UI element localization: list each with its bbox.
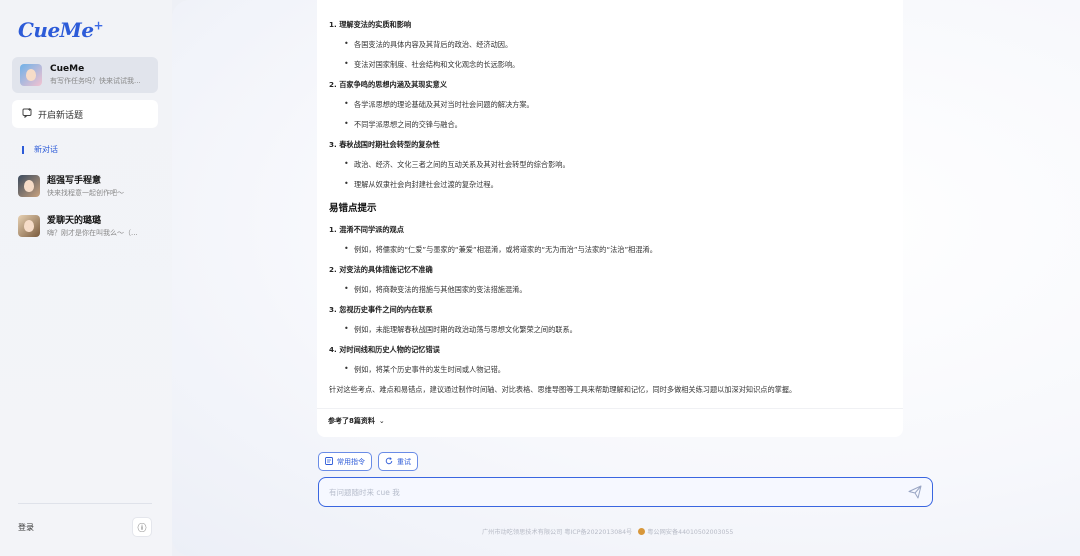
footer-police: 粤公网安备44010502003055 bbox=[647, 529, 734, 536]
assistant-card-cueme[interactable]: CueMe 有写作任务吗？快来试试我... bbox=[12, 57, 158, 93]
footer-company: 广州市动吃领思技术有限公司 粤ICP备2022013084号 bbox=[482, 529, 633, 536]
new-topic-button[interactable]: 开启新话题 bbox=[12, 100, 158, 128]
answer-bullet: 理解从奴隶社会向封建社会过渡的复杂过程。 bbox=[329, 179, 895, 191]
sidebar: CueMe+ CueMe 有写作任务吗？快来试试我... 开启新话题 新对话 超… bbox=[0, 0, 172, 556]
divider bbox=[317, 408, 903, 409]
footer: 广州市动吃领思技术有限公司 粤ICP备2022013084号 粤公网安备4401… bbox=[482, 527, 733, 536]
info-icon[interactable]: ⓘ bbox=[132, 517, 152, 537]
refresh-icon bbox=[385, 456, 393, 467]
answer-heading: 1. 理解变法的实质和影响 bbox=[329, 20, 412, 29]
commands-icon bbox=[325, 456, 333, 467]
references-toggle[interactable]: 参考了8篇资料 ⌄ bbox=[328, 416, 385, 426]
answer-bullet: 例如，将某个历史事件的发生时间或人物记错。 bbox=[329, 364, 895, 376]
send-icon[interactable] bbox=[908, 485, 922, 499]
answer-bullet: 例如，将商鞅变法的措施与其他国家的变法措施混淆。 bbox=[329, 284, 895, 296]
answer-card: 1. 理解变法的实质和影响各国变法的具体内容及其背后的政治、经济动因。变法对国家… bbox=[317, 0, 903, 437]
conversation-item[interactable]: 超强写手程意 快来找程意一起创作吧～ bbox=[18, 173, 158, 198]
answer-heading: 3. 忽视历史事件之间的内在联系 bbox=[329, 305, 433, 314]
answer-heading: 4. 对时间线和历史人物的记忆错误 bbox=[329, 345, 440, 354]
answer-heading: 2. 对变法的具体措施记忆不准确 bbox=[329, 265, 433, 274]
new-topic-label: 开启新话题 bbox=[38, 110, 84, 121]
answer-bullet: 政治、经济、文化三者之间的互动关系及其对社会转型的综合影响。 bbox=[329, 159, 895, 171]
answer-bullet: 各学派思想的理论基础及其对当时社会问题的解决方案。 bbox=[329, 99, 895, 111]
conversation-title: 爱聊天的璐璐 bbox=[47, 216, 102, 226]
references-label: 参考了8篇资料 bbox=[328, 417, 375, 425]
new-topic-icon bbox=[22, 107, 32, 121]
answer-heading: 1. 混淆不同学派的观点 bbox=[329, 225, 404, 234]
sidebar-item-new-chat[interactable]: 新对话 bbox=[22, 144, 58, 155]
conversation-item[interactable]: 爱聊天的璐璐 嗨？刚才是你在叫我么～（... bbox=[18, 213, 158, 238]
answer-bullet: 例如，将儒家的“仁爱”与墨家的“兼爱”相混淆，或将道家的“无为而治”与法家的“法… bbox=[329, 244, 895, 256]
conversation-subtitle: 嗨？刚才是你在叫我么～（... bbox=[47, 229, 138, 237]
logo-plus: + bbox=[93, 18, 104, 33]
conversation-subtitle: 快来找程意一起创作吧～ bbox=[47, 189, 124, 197]
answer-summary: 针对这些考点、难点和易错点，建议通过制作时间轴、对比表格、思维导图等工具来帮助理… bbox=[329, 385, 797, 394]
avatar bbox=[20, 64, 42, 86]
common-commands-button[interactable]: 常用指令 bbox=[318, 452, 372, 471]
chevron-down-icon: ⌄ bbox=[378, 417, 385, 425]
answer-heading: 2. 百家争鸣的思想内涵及其现实意义 bbox=[329, 80, 448, 89]
main-panel: 1. 理解变法的实质和影响各国变法的具体内容及其背后的政治、经济动因。变法对国家… bbox=[172, 0, 1080, 556]
new-chat-label: 新对话 bbox=[34, 145, 58, 154]
cueme-logo[interactable]: CueMe+ bbox=[18, 18, 104, 42]
commands-label: 常用指令 bbox=[337, 457, 365, 466]
chat-input-box bbox=[318, 477, 933, 507]
retry-label: 重试 bbox=[397, 457, 411, 466]
quick-actions: 常用指令 重试 bbox=[318, 452, 418, 471]
conversation-title: 超强写手程意 bbox=[47, 176, 102, 186]
avatar bbox=[18, 174, 40, 197]
answer-bullet: 各国变法的具体内容及其背后的政治、经济动因。 bbox=[329, 39, 895, 51]
active-indicator bbox=[22, 145, 24, 154]
divider bbox=[18, 503, 152, 504]
answer-bullet: 例如，未能理解春秋战国时期的政治动荡与思想文化繁荣之间的联系。 bbox=[329, 324, 895, 336]
avatar bbox=[18, 214, 40, 237]
answer-heading: 3. 春秋战国时期社会转型的复杂性 bbox=[329, 140, 440, 149]
police-badge-icon bbox=[638, 528, 646, 535]
answer-content: 1. 理解变法的实质和影响各国变法的具体内容及其背后的政治、经济动因。变法对国家… bbox=[329, 20, 895, 395]
chat-input[interactable] bbox=[329, 487, 908, 497]
retry-button[interactable]: 重试 bbox=[378, 452, 418, 471]
assistant-subtitle: 有写作任务吗？快来试试我... bbox=[50, 77, 141, 85]
section-title: 易错点提示 bbox=[329, 203, 377, 214]
logo-text: CueMe bbox=[18, 18, 94, 42]
answer-bullet: 不同学派思想之间的交锋与融合。 bbox=[329, 119, 895, 131]
assistant-name: CueMe bbox=[50, 64, 85, 74]
answer-bullet: 变法对国家制度、社会结构和文化观念的长远影响。 bbox=[329, 59, 895, 71]
login-link[interactable]: 登录 bbox=[18, 522, 34, 533]
